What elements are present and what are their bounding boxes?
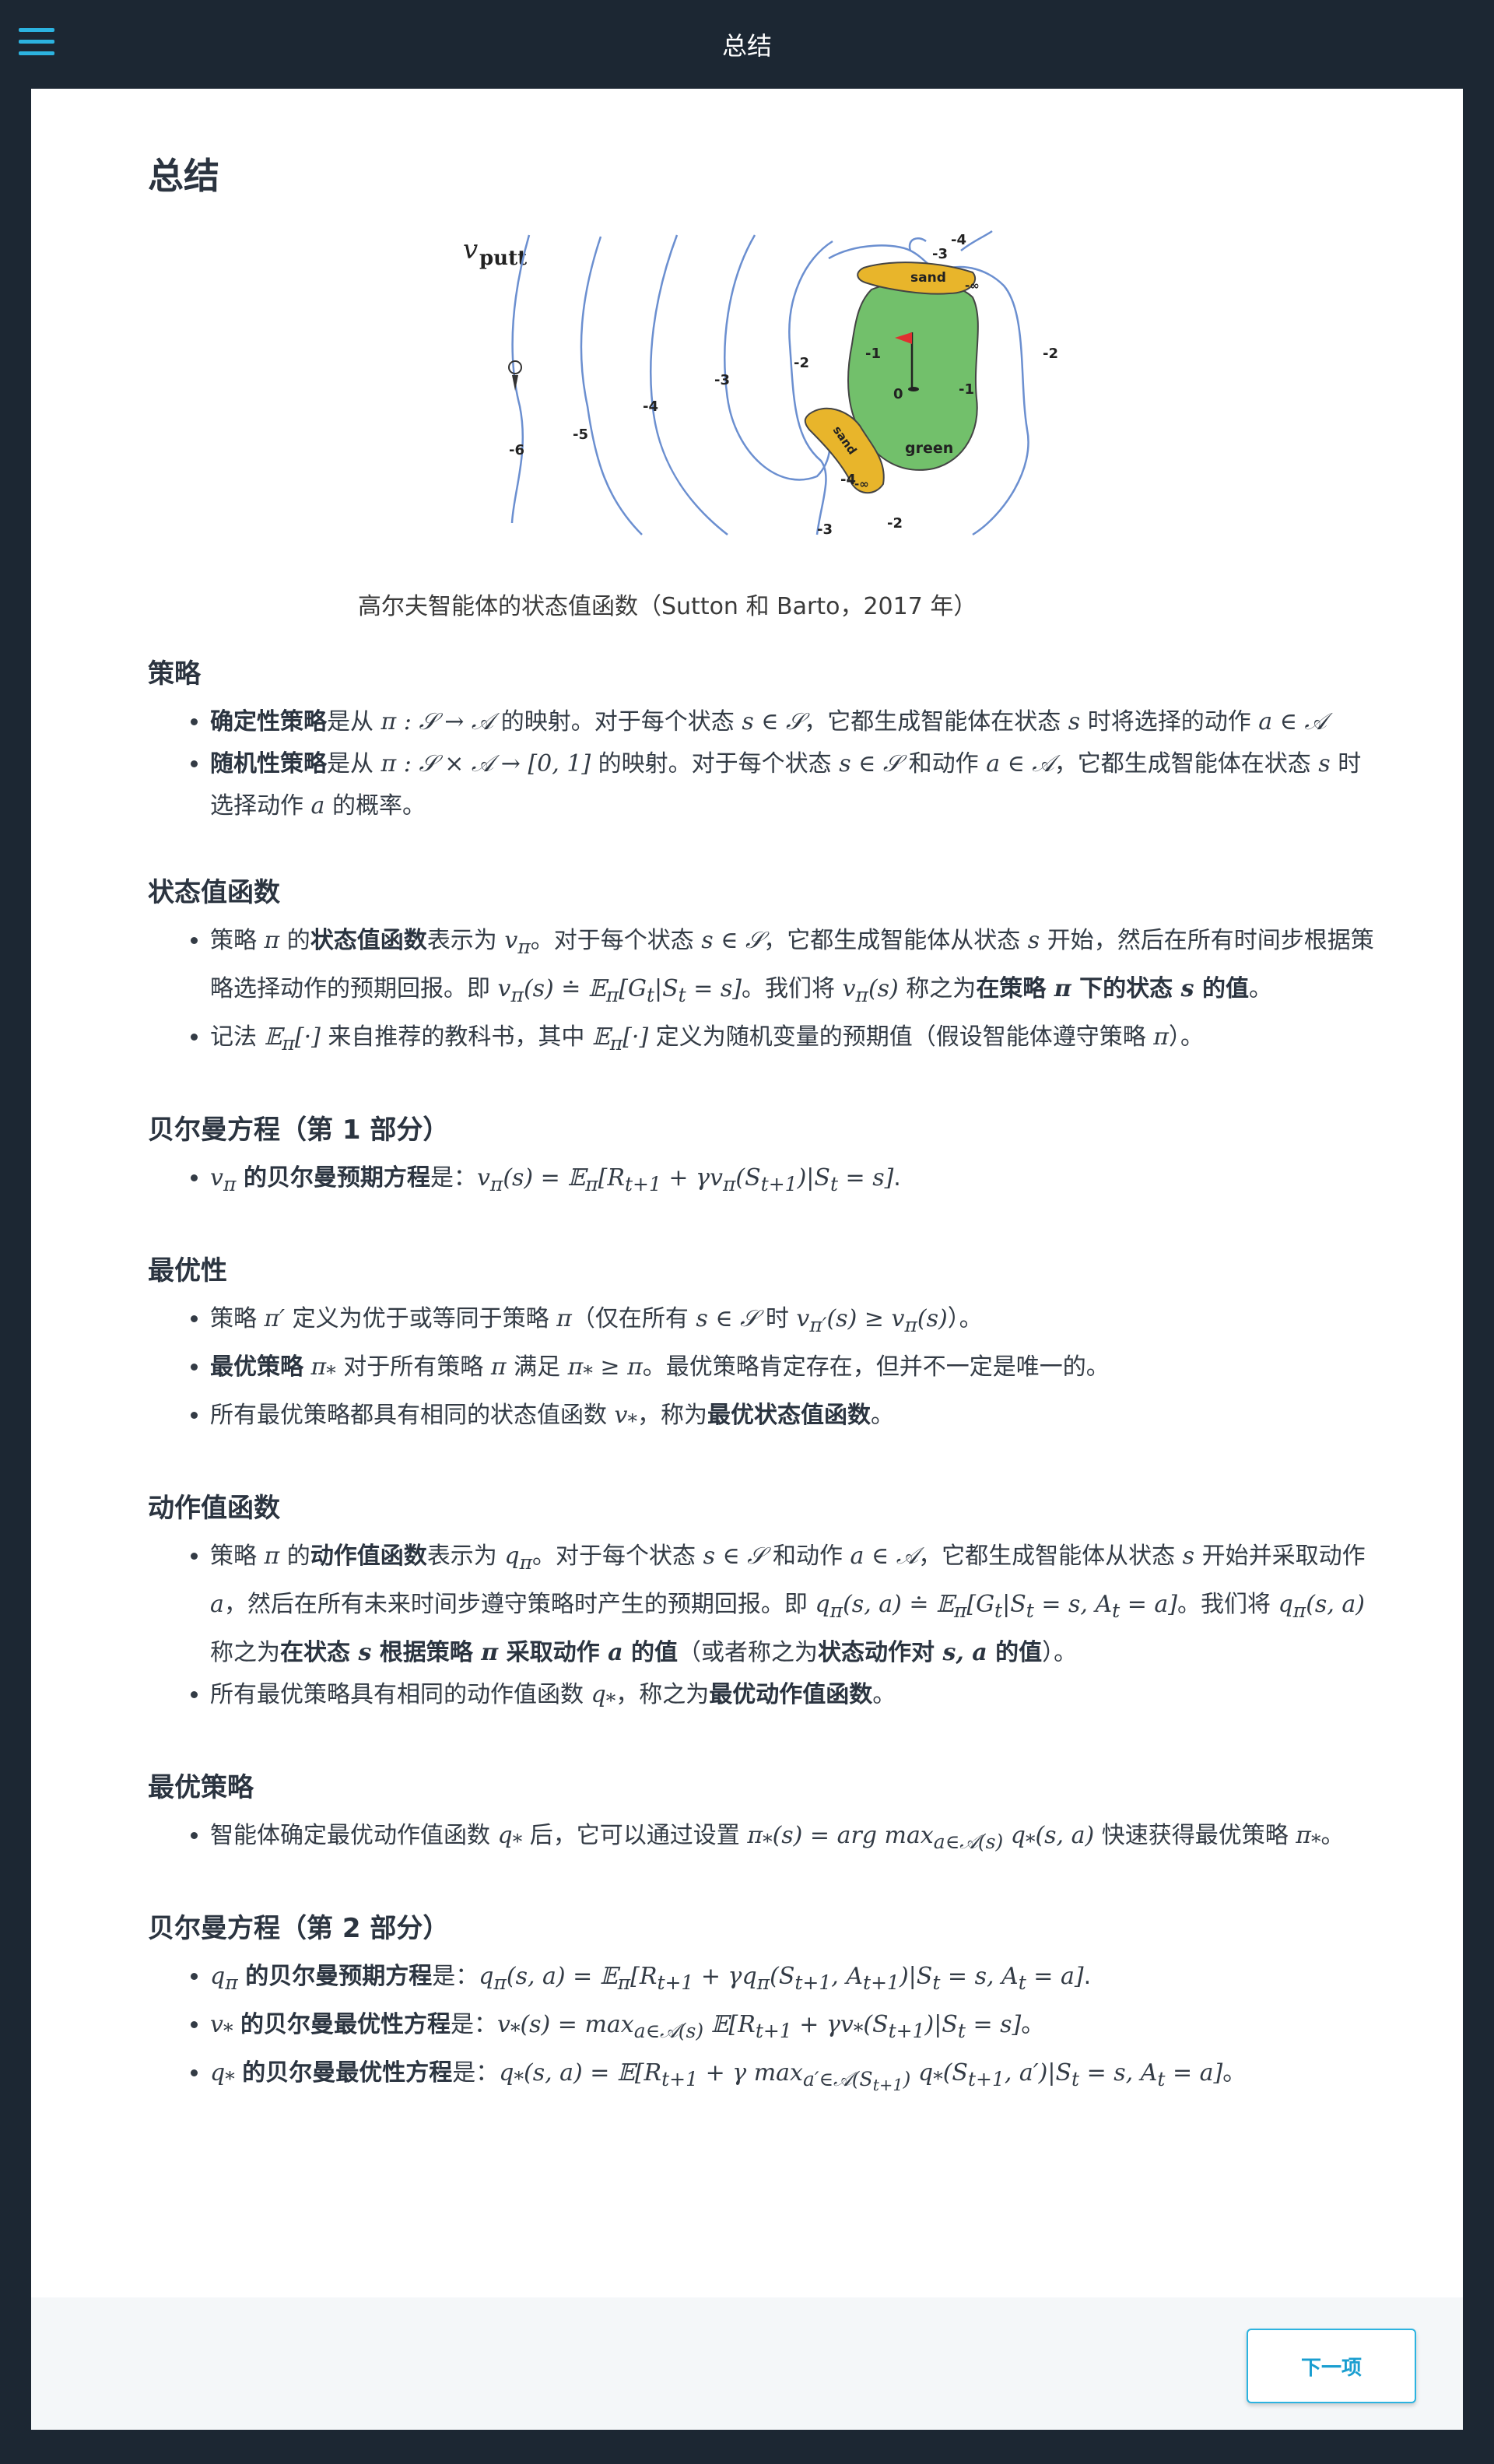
contour-label: -3 [714, 372, 730, 388]
figure-label-sub: putt [479, 247, 527, 270]
list-item: 策略 π 的动作值函数表示为 qπ。对于每个状态 s ∈ 𝒮 和动作 a ∈ 𝒜… [210, 1536, 1377, 1674]
section-list: 策略 π 的状态值函数表示为 vπ。对于每个状态 s ∈ 𝒮，它都生成智能体从状… [148, 920, 1377, 1065]
contour-label: 0 [893, 386, 903, 402]
list-item: 最优策略 π* 对于所有策略 π 满足 π* ≥ π。最优策略肯定存在，但并不一… [210, 1346, 1377, 1395]
section-list: 策略 π 的动作值函数表示为 qπ。对于每个状态 s ∈ 𝒮 和动作 a ∈ 𝒜… [148, 1536, 1377, 1722]
section-heading: 状态值函数 [148, 877, 280, 908]
list-item: 策略 π 的状态值函数表示为 vπ。对于每个状态 s ∈ 𝒮，它都生成智能体从状… [210, 920, 1377, 1016]
figure-label: v [463, 234, 478, 265]
golf-value-figure: v putt -6 -5 -4 -3 -2 -1 0 -1 -2 -3 -4 -… [148, 227, 1377, 621]
list-item: 随机性策略是从 π : 𝒮 × 𝒜 → [0, 1] 的映射。对于每个状态 s … [210, 743, 1377, 827]
contour-label: -1 [865, 346, 881, 362]
section-heading: 最优策略 [148, 1772, 254, 1803]
list-item: 确定性策略是从 π : 𝒮 → 𝒜 的映射。对于每个状态 s ∈ 𝒮，它都生成智… [210, 701, 1377, 743]
section-list: 智能体确定最优动作值函数 q* 后，它可以通过设置 π*(s) = arg ma… [148, 1815, 1377, 1863]
section-heading: 贝尔曼方程（第 1 部分） [148, 1114, 450, 1146]
contour-label: -2 [794, 355, 809, 371]
section-heading: 策略 [148, 658, 201, 690]
content-card: 总结 v putt -6 -5 -4 -3 -2 -1 0 -1 -2 -3 -… [31, 89, 1463, 2430]
contour-label: -5 [573, 426, 588, 443]
header-title: 总结 [721, 31, 772, 61]
section-list: vπ 的贝尔曼预期方程是：vπ(s) = 𝔼π[Rt+1 + γvπ(St+1)… [148, 1157, 1377, 1206]
section-heading: 最优性 [148, 1255, 227, 1286]
contour-label: -4 [840, 472, 856, 488]
main-content: 总结 v putt -6 -5 -4 -3 -2 -1 0 -1 -2 -3 -… [148, 148, 1377, 2106]
list-item: 所有最优策略具有相同的动作值函数 q*，称之为最优动作值函数。 [210, 1674, 1377, 1722]
contour-label: -3 [817, 521, 833, 538]
list-item: 所有最优策略都具有相同的状态值函数 v*，称为最优状态值函数。 [210, 1395, 1377, 1443]
golf-value-diagram: v putt -6 -5 -4 -3 -2 -1 0 -1 -2 -3 -4 -… [463, 230, 1058, 538]
contour-label: -4 [951, 232, 966, 248]
contour-label: -2 [887, 515, 903, 532]
list-item: 智能体确定最优动作值函数 q* 后，它可以通过设置 π*(s) = arg ma… [210, 1815, 1377, 1863]
list-item: vπ 的贝尔曼预期方程是：vπ(s) = 𝔼π[Rt+1 + γvπ(St+1)… [210, 1157, 1377, 1206]
section-heading: 动作值函数 [148, 1493, 280, 1524]
list-item: v* 的贝尔曼最优性方程是：v*(s) = maxa∈𝒜(s) 𝔼[Rt+1 +… [210, 2004, 1377, 2052]
neg-inf-bottom: -∞ [854, 477, 869, 491]
contour-label: -1 [959, 381, 974, 398]
figure-caption: 高尔夫智能体的状态值函数（Sutton 和 Barto，2017 年） [358, 593, 977, 620]
page-title: 总结 [148, 155, 219, 197]
list-item: q* 的贝尔曼最优性方程是：q*(s, a) = 𝔼[Rt+1 + γ maxa… [210, 2052, 1377, 2106]
list-item: 策略 π′ 定义为优于或等同于策略 π（仅在所有 s ∈ 𝒮 时 vπ′(s) … [210, 1298, 1377, 1346]
section-list: qπ 的贝尔曼预期方程是：qπ(s, a) = 𝔼π[Rt+1 + γqπ(St… [148, 1956, 1377, 2106]
list-item: qπ 的贝尔曼预期方程是：qπ(s, a) = 𝔼π[Rt+1 + γqπ(St… [210, 1956, 1377, 2004]
tee [512, 375, 518, 391]
top-bar: 总结 [0, 0, 1494, 89]
footer: 下一项 [31, 2297, 1463, 2430]
summary-sections: 策略确定性策略是从 π : 𝒮 → 𝒜 的映射。对于每个状态 s ∈ 𝒮，它都生… [148, 652, 1377, 2106]
contour-label: -6 [509, 442, 524, 458]
hole [908, 387, 919, 391]
next-button[interactable]: 下一项 [1247, 2329, 1416, 2403]
contour-label: -4 [643, 398, 658, 415]
section-list: 确定性策略是从 π : 𝒮 → 𝒜 的映射。对于每个状态 s ∈ 𝒮，它都生成智… [148, 701, 1377, 827]
neg-inf-top: -∞ [965, 279, 980, 293]
contour-label: -2 [1043, 346, 1058, 362]
green-label: green [905, 440, 953, 457]
contour-label: -3 [932, 246, 948, 262]
list-item: 记法 𝔼π[·] 来自推荐的教科书，其中 𝔼π[·] 定义为随机变量的预期值（假… [210, 1016, 1377, 1065]
section-list: 策略 π′ 定义为优于或等同于策略 π（仅在所有 s ∈ 𝒮 时 vπ′(s) … [148, 1298, 1377, 1443]
sand-label-top: sand [910, 270, 946, 286]
section-heading: 贝尔曼方程（第 2 部分） [148, 1913, 450, 1944]
tee-ball [508, 360, 522, 374]
